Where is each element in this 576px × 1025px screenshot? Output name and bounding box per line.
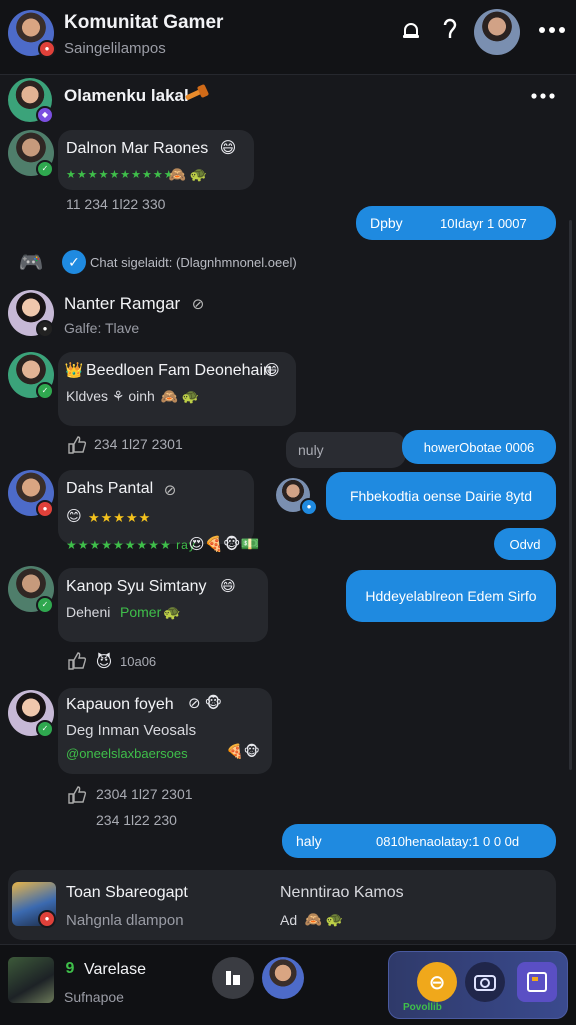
- sender-name: Beedloen Fam Deonehain: [86, 362, 272, 379]
- verified-badge-icon: ✓: [36, 382, 54, 400]
- message-bubble[interactable]: 👑 Beedloen Fam Deonehain 😄 Kldves ⚘ oinh…: [58, 352, 296, 426]
- ad-right-title: Nenntirao Kamos: [280, 884, 404, 901]
- typing-bubble: nuly: [286, 432, 406, 468]
- message-bubble[interactable]: Kanop Syu Simtany 😄 Deheni Pomer 🐢: [58, 568, 268, 642]
- online-badge-icon: ●: [38, 40, 56, 58]
- reaction-emoji-icon: 😈: [95, 654, 113, 671]
- like-icon[interactable]: [66, 650, 88, 672]
- outgoing-message[interactable]: Odvd: [494, 528, 556, 560]
- tab-bar: ⊖ Povollib: [388, 951, 568, 1019]
- pinned-name: Olamenku lakal: [64, 86, 189, 105]
- camera-icon[interactable]: [465, 962, 505, 1002]
- outgoing-label: nuly: [298, 442, 324, 458]
- smile-emoji-icon: 😊: [66, 508, 82, 525]
- reaction-emoji-icon: 😍🍕🐵💵: [188, 536, 260, 553]
- verified-badge-icon: ✓: [36, 720, 54, 738]
- reaction-emoji-icon: 🙈 🐢: [160, 387, 200, 404]
- sender-name: Kapauon foyeh: [66, 696, 174, 713]
- page-title: Komunitat Gamer: [64, 12, 224, 33]
- verified-badge-icon: ✓: [36, 596, 54, 614]
- message-meta: 11 234 1l22 330: [66, 196, 166, 212]
- outgoing-text: Hddeyelablreon Edem Sirfo: [365, 588, 537, 604]
- system-message: Chat sigelaidt: (Dlagnhmnonel.oeel): [90, 255, 297, 270]
- sender-sub: Galfe: Tlave: [64, 320, 140, 336]
- bottom-bar: 9 Varelase Sufnapoe ⊖ Povollib: [0, 944, 576, 1025]
- status-badge-icon: ●: [36, 500, 54, 518]
- message-meta: 2304 1l27 2301: [96, 786, 193, 802]
- outgoing-message[interactable]: howerObotae 0006: [402, 430, 556, 464]
- footer-name: Varelase: [84, 961, 146, 978]
- sender-name: Kanop Syu Simtany: [66, 578, 207, 595]
- rating-stars: ★★★★★★★★★★: [66, 169, 175, 181]
- coin-icon[interactable]: ⊖: [417, 962, 457, 1002]
- status-icon: ⊘: [191, 296, 205, 313]
- reaction-emoji-icon: ⊘ 🐵: [187, 695, 223, 712]
- outgoing-label: haly: [296, 833, 322, 849]
- message-text: Deheni: [66, 604, 111, 620]
- ad-card[interactable]: ● Toan Sbareogapt Nahgnla dlampon Nennti…: [8, 870, 556, 940]
- status-icon: ⊘: [163, 482, 177, 499]
- sender-name: Nanter Ramgar: [64, 294, 181, 313]
- ad-label: Ad: [280, 912, 298, 928]
- reaction-emoji-icon: 🙈 🐢: [168, 165, 208, 182]
- outgoing-label: Dpby: [370, 215, 403, 231]
- outgoing-message[interactable]: Dpby 10Idayr 1 0007: [356, 206, 556, 240]
- status-badge-icon: ●: [38, 910, 56, 928]
- like-icon[interactable]: [66, 784, 88, 806]
- message-text: Pomer: [120, 604, 162, 620]
- ad-name: Toan Sbareogapt: [66, 884, 188, 901]
- leaf-icon: 9: [65, 960, 75, 977]
- library-icon[interactable]: [212, 957, 254, 999]
- outgoing-text: howerObotae 0006: [423, 439, 535, 455]
- footer-thumbnail[interactable]: [8, 957, 54, 1003]
- leaf-emoji-icon: 🐢: [163, 603, 181, 620]
- smile-emoji-icon: 😄: [219, 140, 237, 157]
- outgoing-message[interactable]: haly 0810henaolatay:1 0 0 0d: [282, 824, 556, 858]
- crown-emoji-icon: 👑: [64, 362, 84, 379]
- status-badge-icon: ◆: [36, 106, 54, 124]
- ad-sub: Nahgnla dlampon: [66, 912, 184, 929]
- game-controller-icon: 🎮: [18, 251, 44, 274]
- outgoing-text: 0810henaolatay:1 0 0 0d: [376, 833, 520, 849]
- outgoing-text: Odvd: [509, 536, 541, 552]
- sender-name: Dahs Pantal: [66, 480, 154, 497]
- message-meta: 234 1l22 230: [96, 812, 177, 828]
- more-icon[interactable]: [528, 86, 558, 106]
- message-bubble[interactable]: Dalnon Mar Raones 😄 ★★★★★★★★★★ 🙈 🐢: [58, 130, 254, 190]
- profile-avatar[interactable]: [262, 957, 304, 999]
- reaction-emoji-icon: 🙈 🐢: [304, 910, 344, 927]
- outgoing-text: 10Idayr 1 0007: [440, 215, 527, 231]
- message-text: @oneelslaxbaersoes: [66, 746, 188, 761]
- outgoing-text: Fhbekodtia oense Dairie 8ytd: [349, 488, 533, 504]
- bell-icon[interactable]: [398, 18, 424, 44]
- hammer-icon: [180, 82, 212, 106]
- message-meta: 10a06: [120, 654, 157, 669]
- status-badge-icon: ●: [300, 498, 318, 516]
- reaction-emoji-icon: 🍕🐵: [226, 742, 260, 759]
- outgoing-message[interactable]: Hddeyelablreon Edem Sirfo: [346, 570, 556, 622]
- footer-sub: Sufnapoe: [64, 989, 124, 1005]
- window-icon[interactable]: [517, 962, 557, 1002]
- user-avatar[interactable]: [474, 9, 520, 55]
- help-icon[interactable]: [438, 16, 462, 46]
- status-badge-icon: ●: [36, 320, 54, 338]
- like-icon[interactable]: [66, 434, 88, 456]
- message-meta: 234 1l27 2301: [94, 436, 183, 452]
- rating-stars: ★★★★★★★★★ ray: [66, 538, 196, 552]
- smile-emoji-icon: 😄: [264, 362, 280, 379]
- message-text: Deg Inman Veosals: [66, 722, 197, 739]
- verified-check-icon: ✓: [62, 250, 86, 274]
- outgoing-message[interactable]: Fhbekodtia oense Dairie 8ytd: [326, 472, 556, 520]
- header-bar: ● Komunitat Gamer Saingelilampos: [0, 0, 576, 75]
- smile-emoji-icon: 😄: [220, 578, 236, 595]
- verified-badge-icon: ✓: [36, 160, 54, 178]
- rating-stars: ★★★★★: [88, 510, 152, 525]
- message-text: Kldves ⚘ oinh: [66, 388, 155, 404]
- page-subtitle: Saingelilampos: [64, 40, 166, 57]
- message-bubble[interactable]: Kapauon foyeh ⊘ 🐵 Deg Inman Veosals @one…: [58, 688, 272, 774]
- scrollbar[interactable]: [569, 220, 572, 770]
- tab-label: Povollib: [403, 1002, 442, 1013]
- sender-name: Dalnon Mar Raones: [66, 140, 209, 157]
- more-icon[interactable]: [534, 18, 570, 42]
